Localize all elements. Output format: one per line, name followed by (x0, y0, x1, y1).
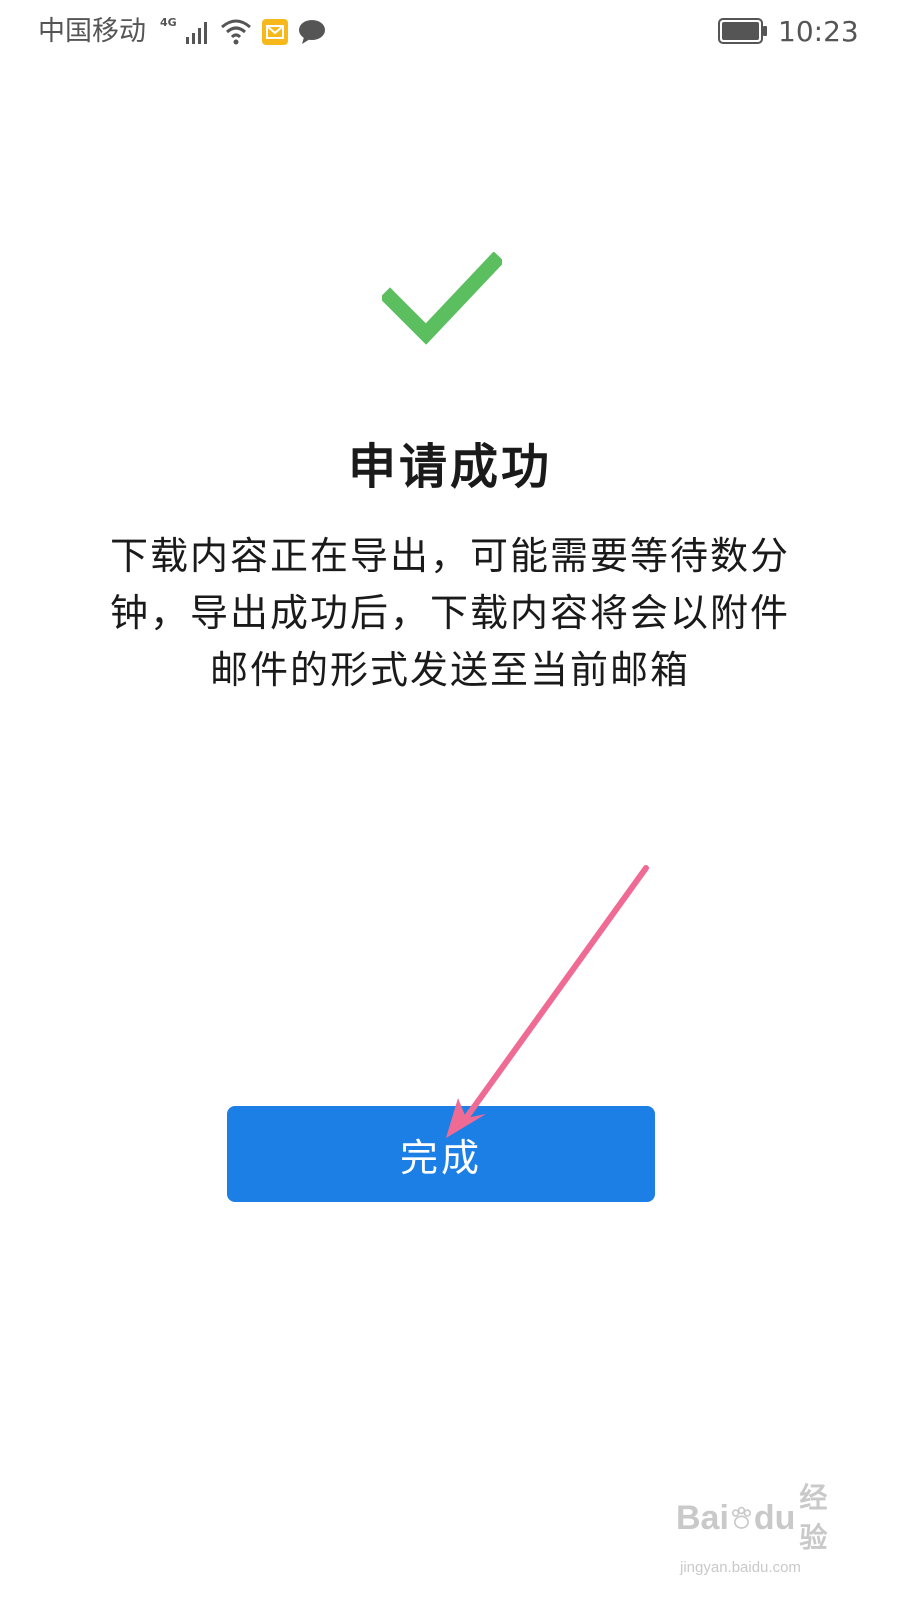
status-time: 10:23 (778, 15, 859, 48)
mail-notification-icon (261, 19, 288, 45)
signal-icon (185, 22, 207, 44)
battery-icon (718, 18, 767, 44)
carrier-name: 中国移动 (38, 16, 146, 47)
paw-icon (731, 1506, 751, 1529)
battery-indicator (718, 18, 768, 48)
wifi-icon (220, 19, 251, 45)
done-button-label: 完成 (399, 1135, 482, 1180)
done-button[interactable]: 完成 (227, 1106, 655, 1202)
watermark-logo-right: du (753, 1499, 796, 1537)
result-message: 下载内容正在导出，可能需要等待数分钟，导出成功后，下载内容将会以附件邮件的形式发… (109, 534, 790, 692)
result-title: 申请成功 (347, 439, 552, 495)
status-bar: 中国移动 4G 10:23 (0, 0, 900, 64)
watermark-url: jingyan.baidu.com (680, 1559, 801, 1576)
annotation-arrow-icon (446, 865, 649, 1138)
success-check-icon (382, 252, 502, 345)
message-notification-icon (298, 20, 325, 44)
network-type: 4G (160, 16, 177, 29)
watermark-logo-cn: 经验 (799, 1482, 828, 1553)
watermark-logo-left: Bai (676, 1499, 729, 1537)
status-icons: 4G (160, 12, 327, 52)
baidu-watermark: Bai du 经验 jingyan.baidu.com (676, 1478, 846, 1578)
watermark-logo: Bai du 经验 (676, 1478, 846, 1558)
